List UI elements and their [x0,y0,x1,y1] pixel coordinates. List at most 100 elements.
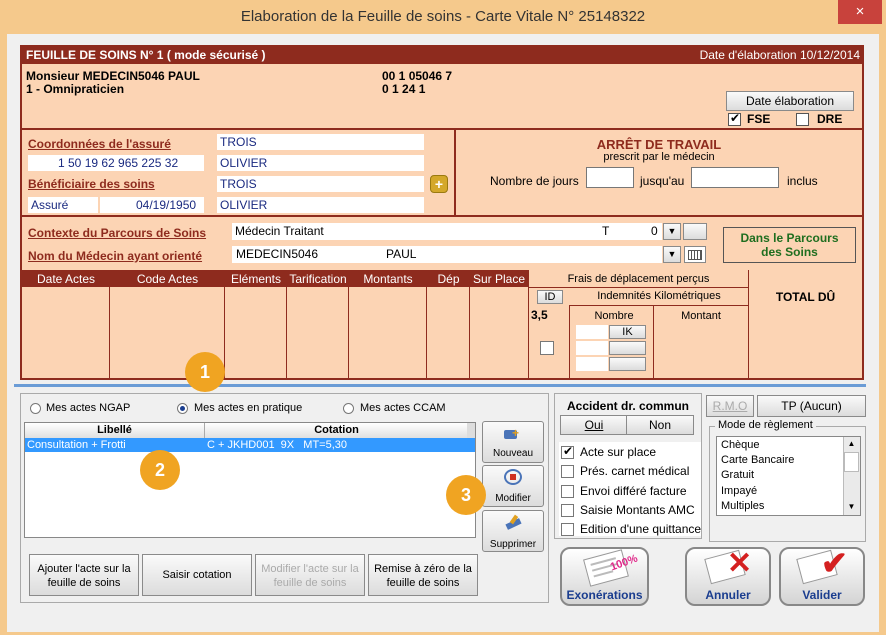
rmo-button[interactable]: R.M.O [706,395,754,417]
scroll-thumb[interactable] [844,452,859,472]
accident-no-button[interactable]: Non [626,415,694,435]
total-due-label: TOTAL DÛ [775,290,836,304]
step-badge-1: 1 [185,352,225,392]
tp-button[interactable]: TP (Aucun) [757,395,866,417]
radio-pratique[interactable] [177,403,188,414]
parcours-context-t: T [602,224,610,238]
feuille-title: FEUILLE DE SOINS N° 1 ( mode sécurisé ) [26,48,266,62]
beneficiary-label: Bénéficiaire des soins [28,177,155,191]
modify-button-label: Modifier [495,493,531,504]
doctor-specialty: 1 - Omnipraticien [26,82,125,96]
payment-option[interactable]: Carte Bancaire [721,454,794,466]
grid-col-libelle[interactable]: Libellé [25,423,205,438]
frais-label: Frais de déplacement perçus [567,273,710,285]
until-label: jusqu'au [640,174,685,188]
beneficiary-first-name[interactable]: OLIVIER [217,197,424,213]
dre-label: DRE [817,112,843,126]
beneficiary-birthdate[interactable]: 04/19/1950 [100,197,204,213]
col-code-actes: Code Actes [136,272,199,286]
validate-button[interactable]: ✔ Valider [779,545,865,606]
carnet-medical-label: Prés. carnet médical [580,464,690,478]
accident-yes-button[interactable]: Oui [560,415,628,435]
insured-nir[interactable]: 1 50 19 62 965 225 32 [28,155,204,171]
col-date-actes: Date Actes [36,272,96,286]
col-elements: Eléments [230,272,282,286]
ik-count-input-3[interactable] [576,357,608,371]
fse-checkbox[interactable] [728,111,741,126]
payment-option[interactable]: Gratuit [721,469,754,481]
enter-cotation-button[interactable]: Saisir cotation [142,554,252,596]
ik-button-3[interactable] [609,357,646,371]
payment-option[interactable]: Multiples [721,500,764,512]
envoi-differe-checkbox[interactable] [561,485,574,498]
elaboration-date: Date d'élaboration 10/12/2014 [699,48,860,62]
fse-label: FSE [747,112,771,126]
ik-count-input-2[interactable] [576,341,608,355]
new-act-icon: + [504,426,522,440]
cancel-label: Annuler [705,588,751,602]
until-date-input[interactable] [691,167,779,188]
saisie-amc-checkbox[interactable] [561,504,574,517]
id-button[interactable]: ID [537,290,563,304]
exonerations-button[interactable]: 100% Exonérations [560,547,649,606]
acte-sur-place-checkbox[interactable] [561,444,574,459]
row-libelle: Consultation + Frotti [27,439,126,451]
parcours-context-label: Contexte du Parcours de Soins [28,226,207,240]
eraser-icon [504,514,522,530]
col-divider [109,287,110,378]
grid-col-cotation[interactable]: Cotation [205,423,468,438]
ik-button[interactable]: IK [609,325,646,339]
dre-checkbox[interactable] [796,113,809,126]
insured-first-name[interactable]: OLIVIER [217,155,424,171]
montant-label: Montant [681,310,721,322]
col-divider [426,287,427,378]
calendar-icon[interactable] [684,246,706,263]
quittance-checkbox[interactable] [561,523,574,536]
days-input[interactable] [586,167,634,188]
col-divider [224,287,225,378]
col-divider [748,270,749,378]
parcours-context-select[interactable]: Médecin Traitant [232,223,662,240]
payment-option[interactable]: Impayé [721,485,757,497]
col-tarification: Tarification [289,272,347,286]
radio-ccam[interactable] [343,403,354,414]
scroll-down-icon[interactable]: ▼ [844,501,859,513]
payment-title: Mode de règlement [715,419,816,431]
days-label: Nombre de jours [490,174,579,188]
accident-title: Accident dr. commun [566,399,690,413]
add-act-button[interactable]: Ajouter l'acte sur la feuille de soins [29,554,139,596]
date-elaboration-button[interactable]: Date élaboration [726,91,854,111]
divider [22,215,862,217]
beneficiary-last-name[interactable]: TROIS [217,176,424,192]
modify-act-button[interactable]: Modifier l'acte sur la feuille de soins [255,554,365,596]
radio-ccam-label: Mes actes CCAM [360,402,446,414]
new-button[interactable]: + Nouveau [482,421,544,463]
radio-ngap[interactable] [30,403,41,414]
col-divider [348,287,349,378]
scroll-up-icon[interactable]: ▲ [844,438,859,450]
close-button[interactable]: × [838,0,882,24]
validate-label: Valider [802,588,842,602]
divider [570,305,748,306]
insured-last-name[interactable]: TROIS [217,134,424,150]
radio-ngap-label: Mes actes NGAP [46,402,131,414]
referring-doctor-first: PAUL [386,247,417,261]
beneficiary-status[interactable]: Assuré [28,197,98,213]
radio-pratique-label: Mes actes en pratique [194,402,303,414]
cancel-button[interactable]: ✕ Annuler [685,547,771,606]
payment-option[interactable]: Chèque [721,439,760,451]
ik-count-input[interactable] [576,325,608,339]
blank-button[interactable] [683,223,707,240]
modify-button[interactable]: Modifier [482,465,544,507]
chevron-down-icon[interactable]: ▼ [663,223,681,240]
reset-sheet-button[interactable]: Remise à zéro de la feuille de soins [368,554,478,596]
chevron-down-icon[interactable]: ▼ [663,246,681,263]
delete-button[interactable]: Supprimer [482,510,544,552]
carnet-medical-checkbox[interactable] [561,465,574,478]
frais-checkbox[interactable] [540,341,554,355]
doctor-code-2: 0 1 24 1 [382,82,426,96]
ik-button-2[interactable] [609,341,646,355]
calendar-grid [688,250,702,260]
col-dep: Dép [437,272,460,286]
plus-icon[interactable]: + [430,175,448,193]
